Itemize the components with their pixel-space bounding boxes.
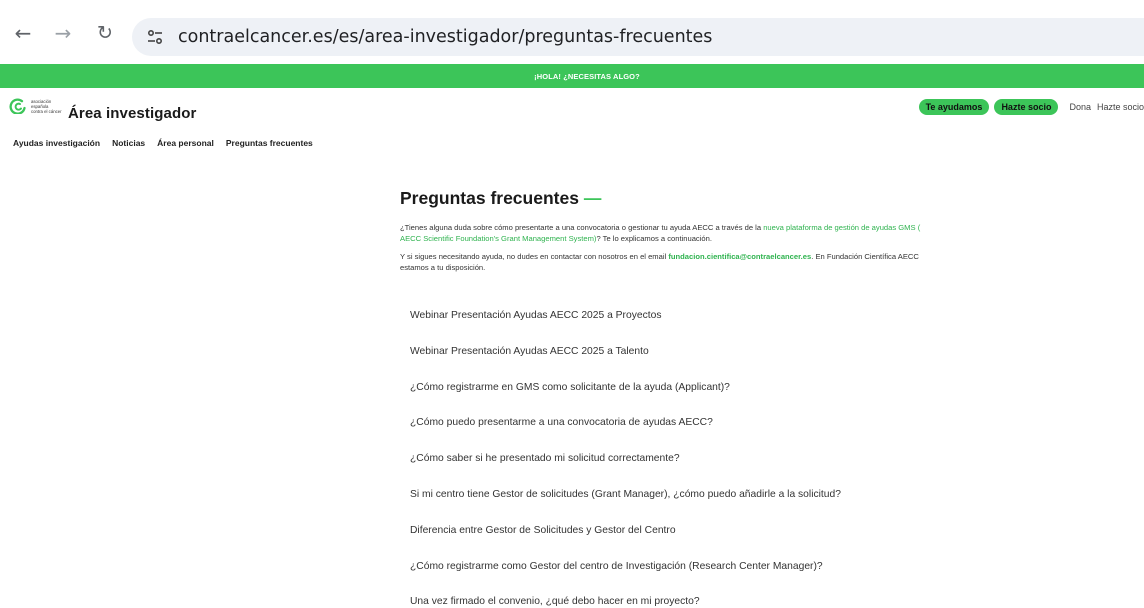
title-dash: —	[583, 188, 602, 208]
url-text[interactable]: contraelcancer.es/es/area-investigador/p…	[178, 27, 712, 47]
faq-item[interactable]: Webinar Presentación Ayudas AECC 2025 a …	[410, 310, 1010, 346]
page-title: Preguntas frecuentes —	[400, 188, 602, 208]
faq-list: Webinar Presentación Ayudas AECC 2025 a …	[410, 310, 1010, 608]
nav-ayudas-investigacion[interactable]: Ayudas investigación	[13, 138, 100, 148]
header-actions: Te ayudamos Hazte socio Dona Hazte socio	[918, 99, 1144, 115]
hazte-socio-button[interactable]: Hazte socio	[994, 99, 1059, 115]
site-info-icon[interactable]	[142, 24, 168, 50]
dona-link[interactable]: Dona	[1069, 102, 1091, 112]
forward-arrow-icon[interactable]: →	[50, 20, 76, 46]
nav-noticias[interactable]: Noticias	[112, 138, 145, 148]
site-title: Área investigador	[68, 105, 197, 122]
logo-text: asociación española contra el cáncer	[31, 98, 62, 114]
faq-item[interactable]: Una vez firmado el convenio, ¿qué debo h…	[410, 596, 1010, 608]
back-arrow-icon[interactable]: ←	[10, 20, 36, 46]
te-ayudamos-button[interactable]: Te ayudamos	[918, 99, 990, 115]
faq-item[interactable]: ¿Cómo puedo presentarme a una convocator…	[410, 417, 1010, 453]
faq-item[interactable]: ¿Cómo registrarme como Gestor del centro…	[410, 561, 1010, 597]
faq-item[interactable]: Webinar Presentación Ayudas AECC 2025 a …	[410, 346, 1010, 382]
aecc-logo-icon	[9, 98, 26, 114]
address-bar[interactable]: contraelcancer.es/es/area-investigador/p…	[132, 18, 1144, 56]
faq-item[interactable]: ¿Cómo registrarme en GMS como solicitant…	[410, 382, 1010, 418]
faq-item[interactable]: ¿Cómo saber si he presentado mi solicitu…	[410, 453, 1010, 489]
section-nav: Ayudas investigación Noticias Área perso…	[13, 138, 325, 148]
faq-item[interactable]: Si mi centro tiene Gestor de solicitudes…	[410, 489, 1010, 525]
help-banner-link[interactable]: ¡HOLA! ¿NECESITAS ALGO?	[534, 72, 640, 81]
intro-paragraph-2: Y si sigues necesitando ayuda, no dudes …	[400, 252, 919, 272]
help-banner: ¡HOLA! ¿NECESITAS ALGO?	[0, 64, 1144, 88]
hazte-socio-link[interactable]: Hazte socio	[1097, 102, 1144, 112]
main-content: Preguntas frecuentes — ¿Tienes alguna du…	[400, 188, 960, 273]
nav-preguntas-frecuentes[interactable]: Preguntas frecuentes	[226, 138, 313, 148]
intro-paragraph-1: ¿Tienes alguna duda sobre cómo presentar…	[400, 223, 921, 243]
faq-item[interactable]: Diferencia entre Gestor de Solicitudes y…	[410, 525, 1010, 561]
aecc-logo[interactable]: asociación española contra el cáncer	[9, 98, 62, 114]
reload-icon[interactable]: ↻	[92, 20, 118, 46]
nav-area-personal[interactable]: Área personal	[157, 138, 214, 148]
contact-email-link[interactable]: fundacion.cientifica@contraelcancer.es	[668, 252, 811, 261]
browser-toolbar: ← → ↻ contraelcancer.es/es/area-investig…	[0, 0, 1144, 62]
